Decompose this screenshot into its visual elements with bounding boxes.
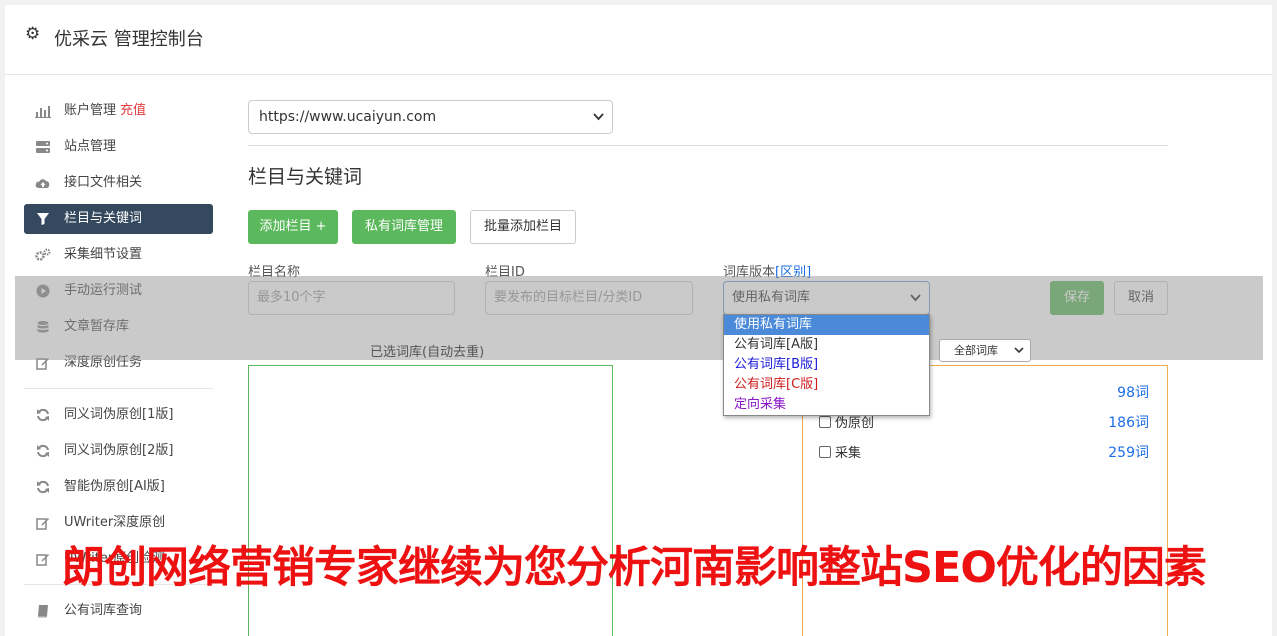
library-filter-value: 全部词库 [954, 344, 998, 357]
chevron-down-icon [593, 101, 604, 146]
selected-library-caption: 已选词库(自动去重) [370, 345, 485, 360]
edit-icon [35, 515, 51, 531]
sidebar-item-synonym-v1[interactable]: 同义词伪原创[1版] [24, 400, 213, 430]
sidebar-item-label: 同义词伪原创[2版] [64, 443, 174, 458]
bar-chart-icon [35, 103, 51, 119]
watermark-banner: 朗创网络营销专家继续为您分析河南影响整站SEO优化的因素 [62, 543, 1207, 593]
page-title: 优采云 管理控制台 [54, 29, 204, 50]
private-library-button[interactable]: 私有词库管理 [352, 210, 456, 244]
cloud-upload-icon [35, 175, 51, 191]
sidebar-item-columns-keywords[interactable]: 栏目与关键词 [24, 204, 213, 234]
sidebar-item-collect-settings[interactable]: 采集细节设置 [24, 240, 213, 270]
library-count: 98词 [1117, 385, 1149, 401]
cogs-icon [35, 247, 51, 263]
add-column-button[interactable]: 添加栏目 + [248, 210, 338, 244]
sidebar-item-label: 账户管理 [64, 103, 117, 118]
sidebar-item-label: 智能伪原创[AI版] [64, 479, 165, 494]
sidebar-item-label: 公有词库查询 [64, 603, 143, 618]
book-icon [35, 603, 51, 619]
checkbox[interactable] [819, 446, 831, 458]
sidebar-item-synonym-v2[interactable]: 同义词伪原创[2版] [24, 436, 213, 466]
batch-add-column-button[interactable]: 批量添加栏目 [470, 210, 576, 244]
library-version-dropdown[interactable]: 使用私有词库 公有词库[A版] 公有词库[B版] 公有词库[C版] 定向采集 [723, 314, 930, 416]
server-icon [35, 139, 51, 155]
filter-icon [35, 211, 51, 227]
modal-overlay [15, 276, 1263, 360]
sidebar-item-sites[interactable]: 站点管理 [24, 132, 213, 162]
sidebar-item-label: 接口文件相关 [64, 175, 143, 190]
sidebar-item-account[interactable]: 账户管理 充值 [24, 96, 213, 126]
header-bar: ⚙ 优采云 管理控制台 [5, 5, 1272, 75]
library-item[interactable]: 采集 [819, 442, 861, 461]
library-name: 伪原创 [835, 416, 875, 431]
sidebar-item-label: 同义词伪原创[1版] [64, 407, 174, 422]
refresh-icon [35, 479, 51, 495]
chevron-down-icon [1014, 340, 1024, 368]
selected-library-box[interactable] [248, 365, 613, 636]
sidebar-item-label: UWriter深度原创 [64, 515, 166, 530]
library-count: 186词 [1108, 415, 1149, 431]
site-select-value: https://www.ucaiyun.com [259, 109, 437, 125]
dropdown-option-public-a[interactable]: 公有词库[A版] [724, 335, 929, 355]
library-count: 259词 [1108, 445, 1149, 461]
site-select[interactable]: https://www.ucaiyun.com [248, 100, 613, 134]
sidebar-item-label: 采集细节设置 [64, 247, 143, 262]
gear-icon: ⚙ [25, 24, 41, 44]
section-title: 栏目与关键词 [248, 166, 363, 188]
library-filter-select[interactable]: 全部词库 [939, 339, 1031, 362]
sidebar-divider [24, 388, 213, 389]
dropdown-option-public-c[interactable]: 公有词库[C版] [724, 375, 929, 395]
dropdown-option-directed[interactable]: 定向采集 [724, 395, 929, 415]
sidebar-item-label: 栏目与关键词 [64, 211, 143, 226]
recharge-link[interactable]: 充值 [120, 103, 146, 118]
edit-icon [35, 551, 51, 567]
sidebar-item-api-files[interactable]: 接口文件相关 [24, 168, 213, 198]
sidebar-item-ai-rewrite[interactable]: 智能伪原创[AI版] [24, 472, 213, 502]
refresh-icon [35, 443, 51, 459]
refresh-icon [35, 407, 51, 423]
dropdown-option-private[interactable]: 使用私有词库 [724, 315, 929, 335]
sidebar-item-label: 站点管理 [64, 139, 117, 154]
divider [248, 145, 1168, 146]
library-name: 采集 [835, 446, 862, 461]
dropdown-option-public-b[interactable]: 公有词库[B版] [724, 355, 929, 375]
sidebar-item-public-lib[interactable]: 公有词库查询 [24, 596, 213, 626]
checkbox[interactable] [819, 416, 831, 428]
